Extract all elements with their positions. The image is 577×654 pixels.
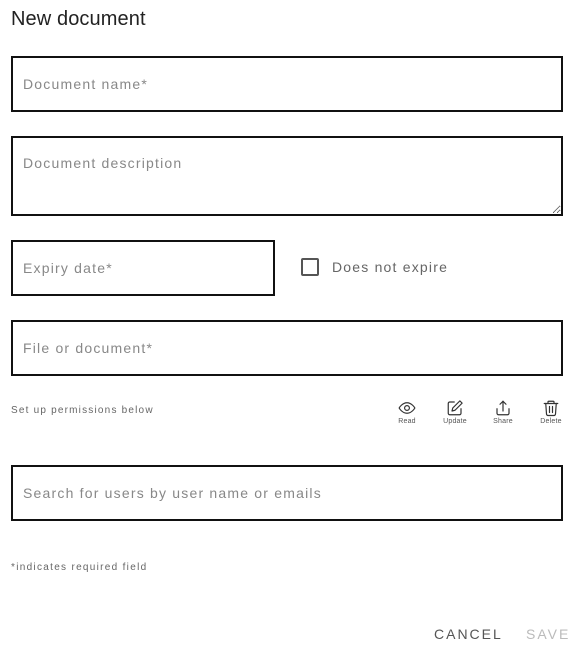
permissions-hint: Set up permissions below [11,405,154,416]
share-icon [496,400,510,416]
file-or-document-input[interactable] [11,320,563,376]
permission-delete-label: Delete [540,418,562,425]
does-not-expire-checkbox[interactable] [301,258,319,276]
does-not-expire-checkbox-row[interactable]: Does not expire [301,258,448,276]
required-field-note: *indicates required field [11,562,148,573]
permission-delete-button[interactable]: Delete [534,399,568,425]
user-search-input[interactable] [11,465,563,521]
save-button[interactable]: SAVE [526,626,570,642]
permission-share-button[interactable]: Share [486,399,520,425]
cancel-button[interactable]: CANCEL [434,626,503,642]
permission-read-label: Read [398,418,416,425]
dialog-title: New document [11,8,146,30]
document-name-input[interactable] [11,56,563,112]
expiry-date-input[interactable] [11,240,275,296]
trash-icon [543,400,559,417]
edit-icon [447,400,463,416]
permission-read-button[interactable]: Read [390,399,424,425]
permission-share-label: Share [493,418,513,425]
does-not-expire-label: Does not expire [332,259,449,275]
document-description-input[interactable] [11,136,563,216]
permission-update-label: Update [443,418,467,425]
permission-update-button[interactable]: Update [438,399,472,425]
eye-icon [398,402,416,414]
